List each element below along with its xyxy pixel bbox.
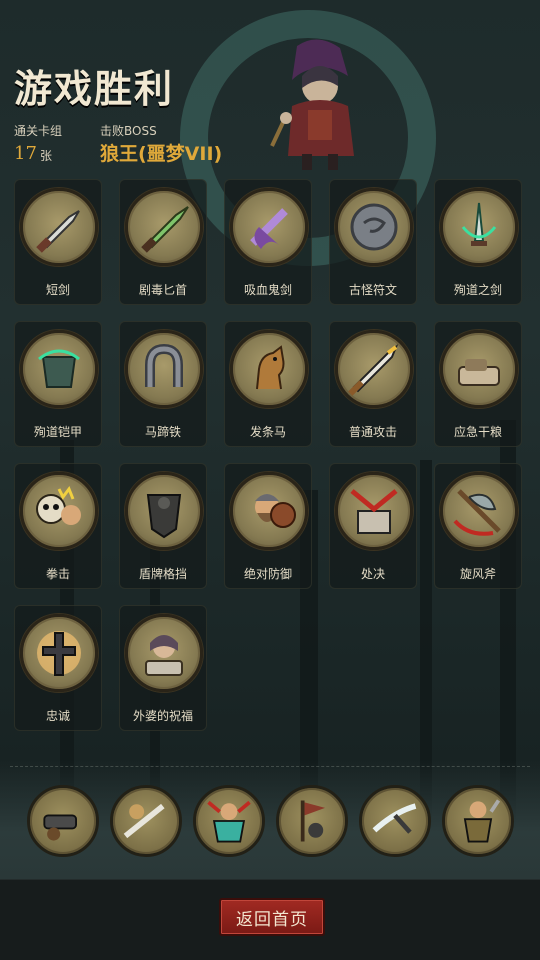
deck-card-name: 发条马 xyxy=(249,425,286,439)
deck-card[interactable]: 外婆的祝福 xyxy=(119,605,207,731)
deck-card-name: 应急干粮 xyxy=(453,425,502,439)
martyr-armor-icon xyxy=(20,330,98,408)
horseshoe-icon xyxy=(125,330,203,408)
deck-card-name: 绝对防御 xyxy=(243,567,292,581)
deck-card-name: 忠诚 xyxy=(45,709,70,723)
whirlwind-axe-icon xyxy=(440,472,518,550)
dwarf-defender-icon xyxy=(230,472,308,550)
slash-relic-icon[interactable] xyxy=(359,785,431,857)
deck-card[interactable]: 处决 xyxy=(329,463,417,589)
boss-name: 狼王(噩梦VII) xyxy=(100,143,223,165)
shield-block-icon xyxy=(125,472,203,550)
deck-count: 17 xyxy=(14,143,37,164)
deck-card-name: 盾牌格挡 xyxy=(138,567,187,581)
deck-card[interactable]: 古怪符文 xyxy=(329,179,417,305)
deck-card[interactable]: 马蹄铁 xyxy=(119,321,207,447)
clockwork-horse-icon xyxy=(230,330,308,408)
deck-card[interactable]: 应急干粮 xyxy=(434,321,522,447)
boss-label: 击败BOSS xyxy=(100,124,157,138)
deck-card[interactable]: 殉道铠甲 xyxy=(14,321,102,447)
vampire-sword-icon xyxy=(230,188,308,266)
dagger-icon xyxy=(20,188,98,266)
deck-card[interactable]: 绝对防御 xyxy=(224,463,312,589)
deck-card-name: 剧毒匕首 xyxy=(138,283,187,297)
execute-icon xyxy=(335,472,413,550)
deck-card-name: 普通攻击 xyxy=(348,425,397,439)
deck-card[interactable]: 吸血鬼剑 xyxy=(224,179,312,305)
deck-card[interactable]: 拳击 xyxy=(14,463,102,589)
deck-card-name: 拳击 xyxy=(45,567,70,581)
deck-card[interactable]: 发条马 xyxy=(224,321,312,447)
attack-sword-icon xyxy=(335,330,413,408)
deck-card[interactable]: 剧毒匕首 xyxy=(119,179,207,305)
deck-card-name: 古怪符文 xyxy=(348,283,397,297)
return-home-button[interactable]: 返回首页 xyxy=(219,898,325,936)
deck-unit: 张 xyxy=(40,149,53,163)
rune-stone-icon xyxy=(335,188,413,266)
deck-card-name: 吸血鬼剑 xyxy=(243,283,292,297)
deck-card[interactable]: 普通攻击 xyxy=(329,321,417,447)
blade-strike-relic-icon[interactable] xyxy=(110,785,182,857)
deck-card[interactable]: 短剑 xyxy=(14,179,102,305)
deck-card[interactable]: 殉道之剑 xyxy=(434,179,522,305)
pennant-relic-icon[interactable] xyxy=(276,785,348,857)
deck-card-name: 殉道之剑 xyxy=(453,283,502,297)
cannon-relic-icon[interactable] xyxy=(27,785,99,857)
deck-card[interactable]: 盾牌格挡 xyxy=(119,463,207,589)
hero-character-portrait xyxy=(270,39,354,170)
grandma-blessing-icon xyxy=(125,614,203,692)
ration-icon xyxy=(440,330,518,408)
deck-card[interactable]: 忠诚 xyxy=(14,605,102,731)
deck-card-name: 旋风斧 xyxy=(459,567,496,581)
deck-card-name: 外婆的祝福 xyxy=(132,709,193,723)
page-title: 游戏胜利 xyxy=(14,67,175,111)
deck-card[interactable]: 旋风斧 xyxy=(434,463,522,589)
deck-card-name: 殉道铠甲 xyxy=(33,425,82,439)
guardian-relic-icon[interactable] xyxy=(193,785,265,857)
deck-card-name: 短剑 xyxy=(45,283,70,297)
deck-card-name: 处决 xyxy=(360,567,385,581)
loyalty-cross-icon xyxy=(20,614,98,692)
warrior-relic-icon[interactable] xyxy=(442,785,514,857)
deck-label: 通关卡组 xyxy=(14,124,63,138)
martyr-sword-icon xyxy=(440,188,518,266)
punch-skull-icon xyxy=(20,472,98,550)
deck-card-name: 马蹄铁 xyxy=(144,425,181,439)
section-divider xyxy=(10,766,530,767)
poison-dagger-icon xyxy=(125,188,203,266)
